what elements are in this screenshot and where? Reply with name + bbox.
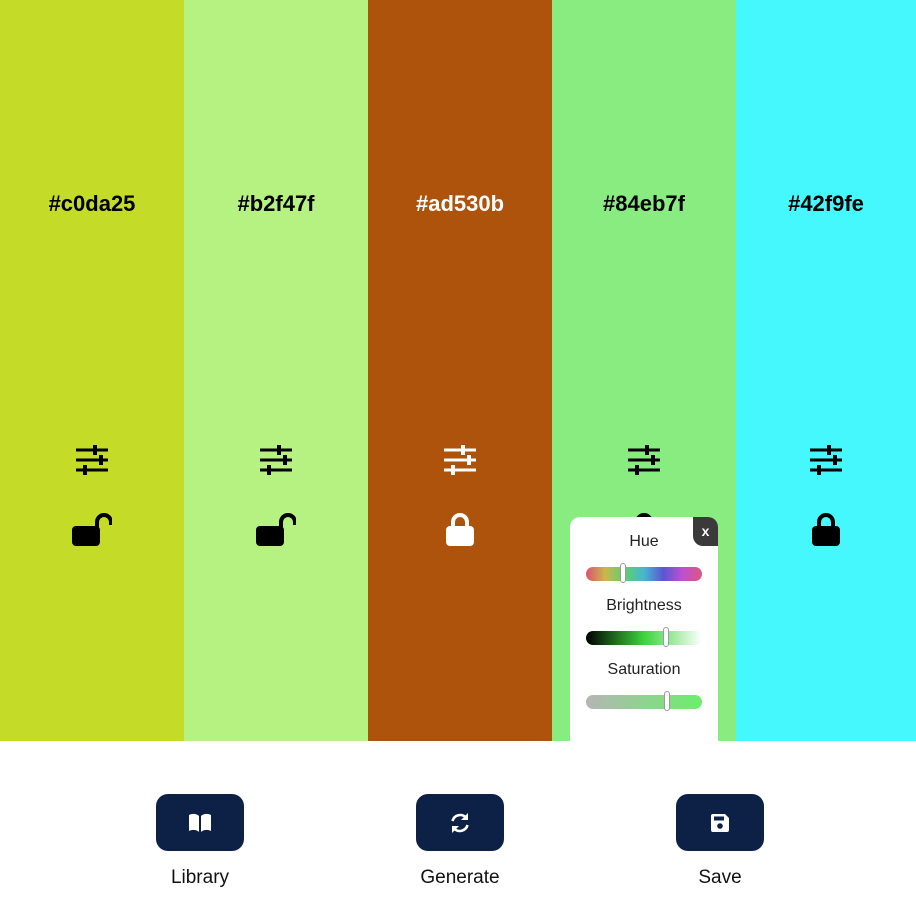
generate-control: Generate: [400, 794, 520, 889]
hex-label[interactable]: #42f9fe: [736, 191, 916, 217]
sliders-icon[interactable]: [809, 445, 843, 477]
lock-icon[interactable]: [440, 512, 480, 548]
color-column-2: #b2f47f: [184, 0, 368, 741]
footer-toolbar: Library Generate Save: [0, 741, 916, 902]
refresh-icon: [451, 812, 469, 833]
sliders-icon[interactable]: [259, 445, 293, 477]
library-label: Library: [170, 867, 230, 888]
save-button[interactable]: [676, 794, 764, 851]
unlock-icon[interactable]: [72, 512, 112, 548]
hex-label[interactable]: #c0da25: [0, 191, 184, 217]
adjustment-panel: x Hue Brightness Saturation: [570, 517, 718, 741]
brightness-label: Brightness: [606, 597, 682, 614]
sliders-icon[interactable]: [627, 445, 661, 477]
book-open-icon: [189, 813, 211, 832]
hue-slider[interactable]: [586, 563, 702, 583]
sliders-icon[interactable]: [75, 445, 109, 477]
color-column-1: #c0da25: [0, 0, 184, 741]
hue-label: Hue: [629, 533, 659, 550]
lock-icon[interactable]: [806, 512, 846, 548]
color-column-3: #ad530b: [368, 0, 552, 741]
save-label: Save: [698, 867, 742, 888]
library-button[interactable]: [156, 794, 244, 851]
hex-label[interactable]: #84eb7f: [552, 191, 736, 217]
library-control: Library: [140, 794, 260, 889]
generate-button[interactable]: [416, 794, 504, 851]
saturation-slider[interactable]: [586, 691, 702, 711]
floppy-disk-icon: [711, 813, 729, 832]
sliders-icon[interactable]: [443, 445, 477, 477]
generate-label: Generate: [420, 867, 500, 888]
brightness-slider[interactable]: [586, 627, 702, 647]
palette: #c0da25 #b2f47f #ad530b #84eb7f #42f9fe: [0, 0, 916, 741]
color-column-5: #42f9fe: [736, 0, 916, 741]
hex-label[interactable]: #b2f47f: [184, 191, 368, 217]
unlock-icon[interactable]: [256, 512, 296, 548]
hue-slider-thumb[interactable]: [620, 563, 627, 583]
brightness-slider-thumb[interactable]: [663, 627, 670, 647]
saturation-slider-thumb[interactable]: [664, 691, 671, 711]
saturation-label: Saturation: [607, 661, 681, 678]
hex-label[interactable]: #ad530b: [368, 191, 552, 217]
save-control: Save: [660, 794, 780, 889]
